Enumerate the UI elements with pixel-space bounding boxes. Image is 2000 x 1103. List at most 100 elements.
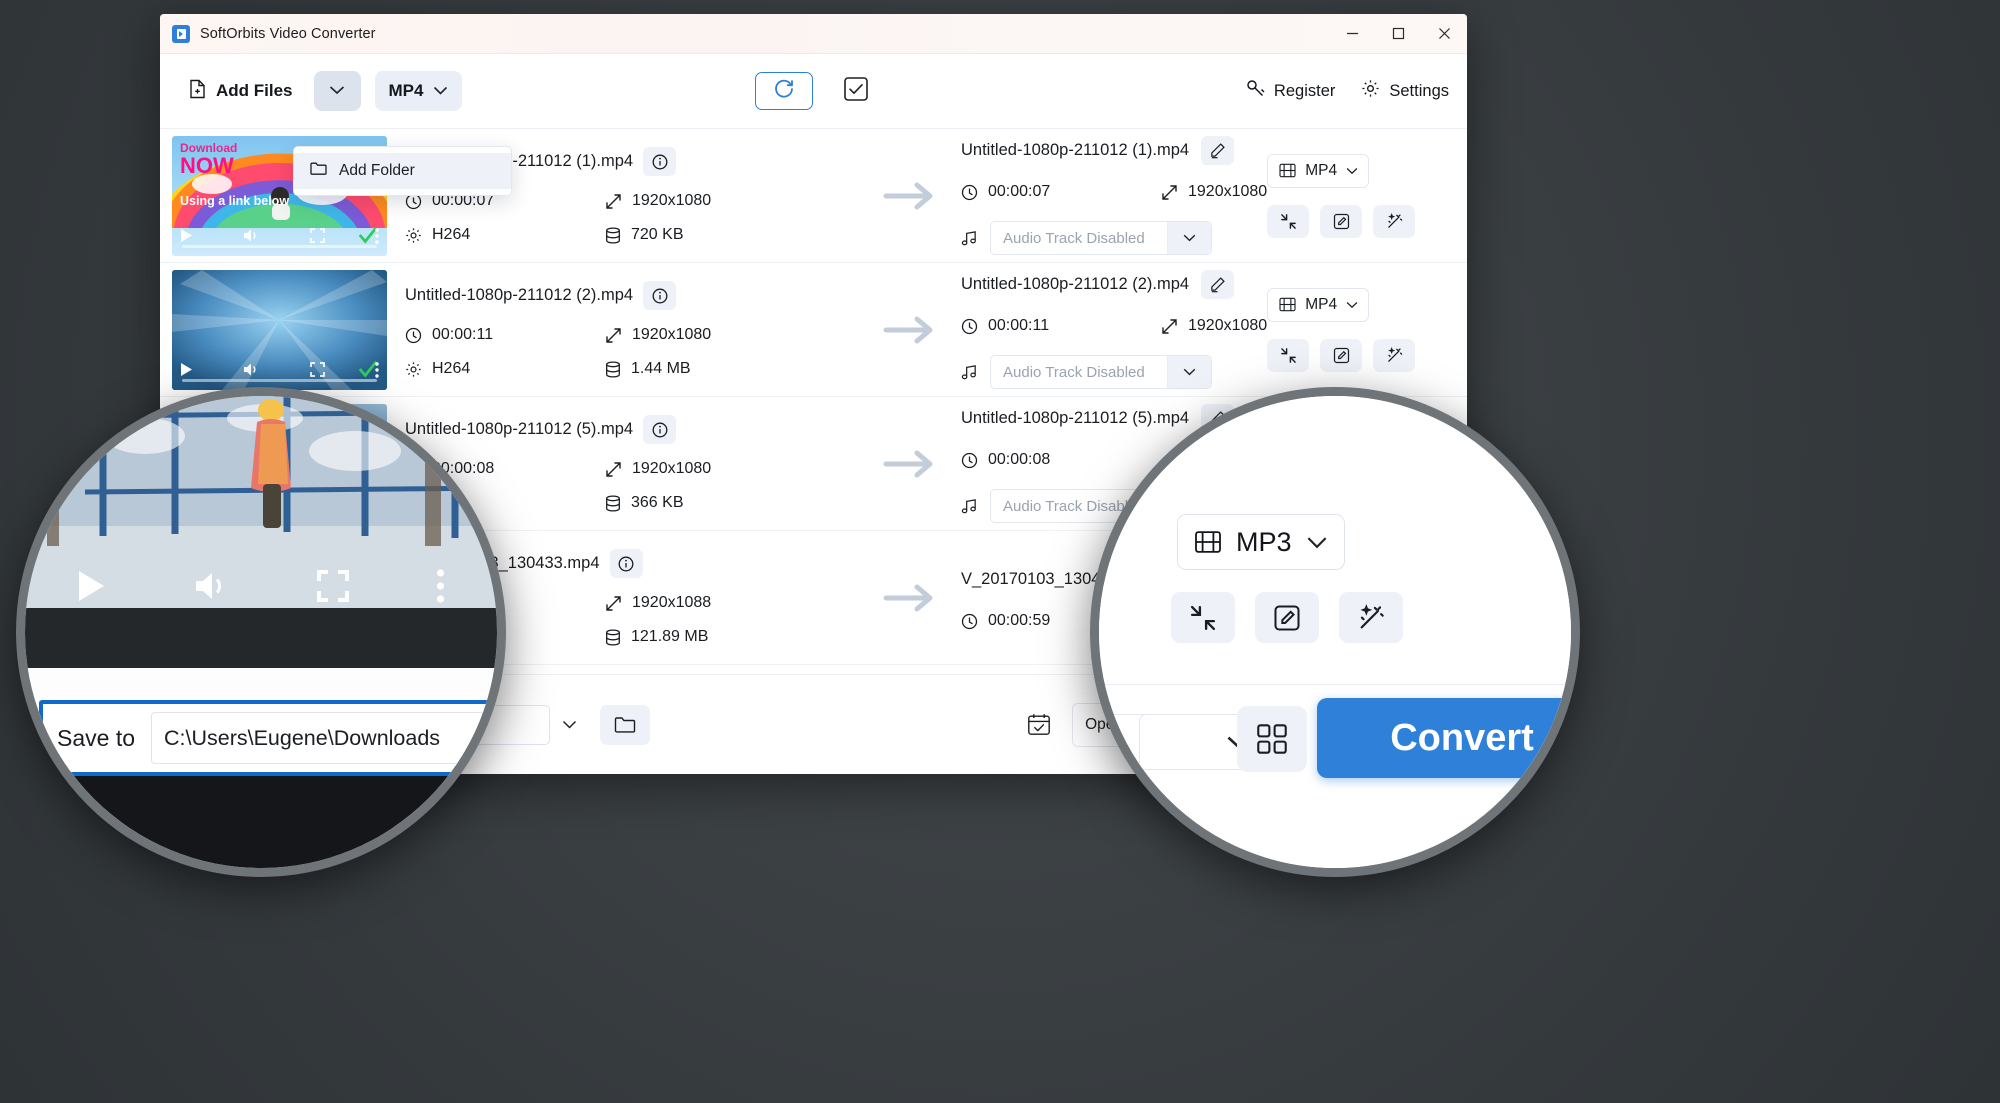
- refresh-icon: [773, 78, 795, 105]
- magnified-divider: [1099, 684, 1571, 685]
- dest-duration-value: 00:00:07: [988, 183, 1051, 200]
- edit-button[interactable]: [1320, 204, 1363, 238]
- enhance-button[interactable]: [1339, 592, 1403, 643]
- resolution-item: 1920x1080: [605, 326, 711, 344]
- compress-button[interactable]: [1267, 338, 1310, 372]
- info-button[interactable]: [643, 147, 677, 176]
- play-icon[interactable]: [180, 228, 193, 243]
- fullscreen-icon[interactable]: [317, 570, 349, 602]
- magnified-format-label: MP3: [1236, 526, 1292, 557]
- menu-item-add-folder[interactable]: Add Folder: [294, 153, 511, 189]
- play-icon[interactable]: [180, 362, 193, 377]
- rename-button[interactable]: [1201, 136, 1235, 165]
- magnifier-convert: MP3 Oper.: [1090, 387, 1580, 877]
- destination-info: Untitled-1080p-211012 (2).mp4 00:00:11 1…: [957, 270, 1267, 389]
- magnified-save-to-field[interactable]: Save to C:\Users\Eugene\Downloads: [39, 700, 497, 776]
- dest-resolution-value: 1920x1080: [1188, 183, 1268, 200]
- magnified-player-controls[interactable]: [25, 564, 497, 608]
- arrow-right-icon: [883, 584, 932, 611]
- destination-info: Untitled-1080p-211012 (1).mp4 00:00:07 1…: [957, 136, 1267, 255]
- menu-item-label: Add Folder: [339, 162, 415, 179]
- conversion-arrow: [862, 449, 957, 479]
- chevron-down-icon: [1307, 536, 1326, 548]
- conversion-arrow: [862, 315, 957, 345]
- browse-folder-button[interactable]: [599, 704, 650, 745]
- filesize-value: 720 KB: [631, 226, 684, 243]
- close-button[interactable]: [1421, 14, 1467, 53]
- schedule-button[interactable]: [1022, 708, 1056, 742]
- magnified-format-select[interactable]: MP3: [1177, 514, 1345, 570]
- filesize-value: 1.44 MB: [631, 360, 691, 377]
- output-format-button[interactable]: MP4: [374, 71, 463, 111]
- more-vertical-icon[interactable]: [375, 227, 379, 244]
- resolution-value: 1920x1080: [632, 192, 712, 209]
- maximize-button[interactable]: [1375, 14, 1421, 53]
- row-format-select[interactable]: MP4: [1267, 287, 1370, 322]
- resolution-value: 1920x1080: [632, 326, 712, 343]
- audio-track-select[interactable]: Audio Track Disabled: [990, 221, 1212, 255]
- magnified-video-preview: [25, 396, 497, 608]
- filesize-item: 366 KB: [605, 494, 711, 512]
- volume-icon[interactable]: [243, 228, 260, 243]
- chevron-down-icon: [1167, 356, 1211, 388]
- info-button[interactable]: [643, 281, 677, 310]
- edit-button[interactable]: [1320, 338, 1363, 372]
- refresh-button[interactable]: [754, 72, 813, 110]
- player-controls[interactable]: [172, 350, 387, 390]
- film-icon: [1279, 297, 1296, 312]
- chevron-down-icon: [563, 720, 577, 729]
- register-button[interactable]: Register: [1246, 79, 1335, 103]
- main-toolbar: Add Files MP4 Register Settings Add Fold…: [160, 54, 1467, 196]
- info-button[interactable]: [643, 415, 677, 444]
- row-format-select[interactable]: MP4: [1267, 153, 1370, 188]
- fullscreen-icon[interactable]: [310, 362, 325, 377]
- settings-button[interactable]: Settings: [1361, 79, 1449, 103]
- fullscreen-icon[interactable]: [310, 228, 325, 243]
- gear-icon: [406, 227, 421, 243]
- magnified-save-path-value[interactable]: C:\Users\Eugene\Downloads: [151, 712, 487, 764]
- filesize-value: 121.89 MB: [631, 628, 709, 645]
- table-row[interactable]: Untitled-1080p-211012 (2).mp4 00:00:11 H…: [160, 263, 1467, 397]
- play-icon[interactable]: [77, 569, 107, 603]
- player-controls[interactable]: [172, 216, 387, 256]
- resize-icon: [1162, 184, 1177, 200]
- save-path-dropdown[interactable]: [550, 705, 590, 745]
- add-files-label: Add Files: [216, 81, 293, 100]
- progress-bar[interactable]: [182, 244, 377, 248]
- database-icon: [606, 494, 620, 512]
- resolution-item: 1920x1080: [605, 460, 711, 478]
- clock-icon: [961, 613, 978, 629]
- info-button[interactable]: [609, 549, 643, 578]
- compress-icon: [1280, 347, 1296, 363]
- more-vertical-icon[interactable]: [436, 569, 445, 603]
- toolbar-right-group: Register Settings: [1246, 79, 1449, 103]
- more-vertical-icon[interactable]: [375, 361, 379, 378]
- chevron-down-icon: [1346, 301, 1358, 308]
- magnified-convert-button[interactable]: Convert: [1317, 698, 1571, 778]
- video-thumbnail[interactable]: [172, 269, 387, 390]
- magnified-view-grid-button[interactable]: [1237, 706, 1307, 772]
- add-files-dropdown-button[interactable]: [313, 71, 361, 111]
- thumbnail-overlay-sub: Using a link below: [180, 193, 290, 208]
- grid-icon: [1257, 724, 1287, 754]
- minimize-button[interactable]: [1329, 14, 1375, 53]
- register-label: Register: [1273, 81, 1336, 100]
- select-all-button[interactable]: [839, 74, 873, 108]
- dest-resolution-item: 1920x1080: [1161, 183, 1267, 201]
- thumbnail-overlay-text: Download NOW: [180, 140, 238, 179]
- dest-file-name-row: Untitled-1080p-211012 (2).mp4: [961, 270, 1267, 299]
- compress-button[interactable]: [1171, 592, 1235, 643]
- volume-icon[interactable]: [243, 362, 260, 377]
- enhance-button[interactable]: [1373, 338, 1416, 372]
- rename-button[interactable]: [1201, 270, 1235, 299]
- add-files-button[interactable]: Add Files: [176, 71, 305, 112]
- volume-icon[interactable]: [194, 570, 230, 602]
- file-plus-icon: [188, 79, 207, 104]
- folder-open-icon: [614, 717, 636, 733]
- row-action-buttons: [1267, 204, 1416, 238]
- enhance-button[interactable]: [1373, 204, 1416, 238]
- progress-bar[interactable]: [182, 378, 377, 382]
- audio-track-select[interactable]: Audio Track Disabled: [990, 355, 1212, 389]
- edit-button[interactable]: [1255, 592, 1319, 643]
- compress-button[interactable]: [1267, 204, 1310, 238]
